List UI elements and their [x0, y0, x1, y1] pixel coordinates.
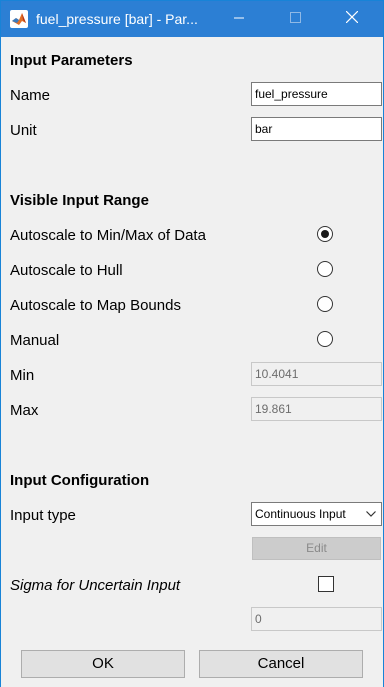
close-button[interactable] — [329, 1, 375, 37]
unit-field[interactable]: bar — [251, 117, 382, 141]
title-bar[interactable]: fuel_pressure [bar] - Par... — [1, 1, 383, 37]
unit-label: Unit — [10, 122, 37, 139]
input-type-label: Input type — [10, 507, 76, 524]
sigma-label: Sigma for Uncertain Input — [10, 577, 181, 594]
cancel-button[interactable]: Cancel — [199, 650, 363, 678]
option-autoscale-hull-label: Autoscale to Hull — [10, 262, 123, 279]
name-field[interactable]: fuel_pressure — [251, 82, 382, 106]
sigma-field: 0 — [251, 607, 382, 631]
option-autoscale-map-bounds-label: Autoscale to Map Bounds — [10, 297, 181, 314]
chevron-down-icon — [361, 503, 381, 525]
option-autoscale-hull-radio[interactable] — [317, 261, 333, 277]
dialog-window: fuel_pressure [bar] - Par... Input Param… — [0, 0, 384, 687]
option-manual-label: Manual — [10, 332, 60, 349]
option-autoscale-minmax-radio[interactable] — [317, 226, 333, 242]
window-title: fuel_pressure [bar] - Par... — [36, 11, 198, 27]
min-field: 10.4041 — [251, 362, 382, 386]
sigma-checkbox[interactable] — [318, 576, 334, 592]
option-manual-radio[interactable] — [317, 331, 333, 347]
max-label: Max — [10, 402, 39, 419]
matlab-logo-icon — [10, 10, 28, 28]
option-autoscale-minmax-label: Autoscale to Min/Max of Data — [10, 227, 206, 244]
ok-button[interactable]: OK — [21, 650, 185, 678]
close-icon — [345, 10, 359, 28]
radio-selected-dot — [321, 230, 329, 238]
dialog-content: Input Parameters Name fuel_pressure Unit… — [1, 37, 383, 687]
input-parameters-header: Input Parameters — [10, 52, 133, 69]
option-autoscale-map-bounds-radio[interactable] — [317, 296, 333, 312]
maximize-icon — [289, 10, 301, 28]
name-label: Name — [10, 87, 51, 104]
visible-input-range-header: Visible Input Range — [10, 192, 149, 209]
input-configuration-header: Input Configuration — [10, 472, 150, 489]
edit-button: Edit — [252, 537, 381, 560]
input-type-value: Continuous Input — [255, 507, 346, 521]
min-label: Min — [10, 367, 35, 384]
maximize-button — [272, 1, 318, 37]
input-type-select[interactable]: Continuous Input — [251, 502, 382, 526]
minimize-button[interactable] — [216, 1, 262, 37]
max-field: 19.861 — [251, 397, 382, 421]
minimize-icon — [234, 10, 244, 28]
